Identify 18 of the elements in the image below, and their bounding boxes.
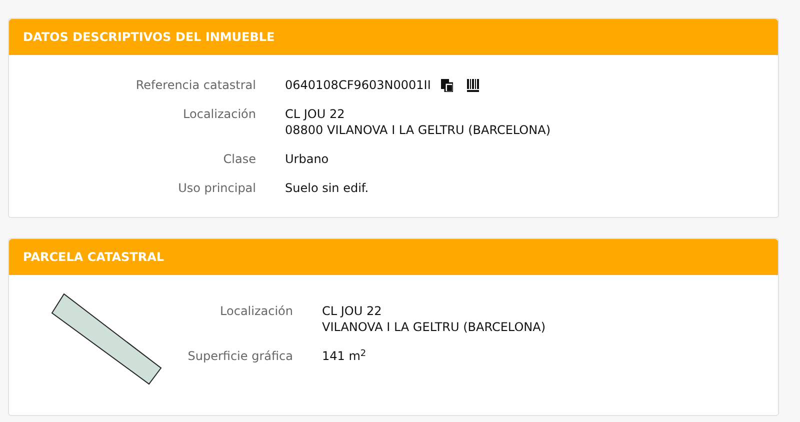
field-value: Suelo sin edif. bbox=[285, 180, 369, 196]
field-label: Localización bbox=[219, 303, 294, 320]
panel-title: DATOS DESCRIPTIVOS DEL INMUEBLE bbox=[23, 29, 275, 45]
panel-title: PARCELA CATASTRAL bbox=[23, 249, 164, 265]
field-label: Superficie gráfica bbox=[186, 348, 294, 364]
barcode-icon[interactable] bbox=[466, 78, 479, 92]
field-value: 0640108CF9603N0001II bbox=[285, 77, 431, 93]
field-value: VILANOVA I LA GELTRU (BARCELONA) bbox=[322, 319, 546, 335]
field-value: Urbano bbox=[285, 151, 329, 167]
field-value: 08800 VILANOVA I LA GELTRU (BARCELONA) bbox=[285, 122, 550, 138]
field-value: 141 m$^{2}$ bbox=[322, 348, 366, 364]
field-label: Localización bbox=[182, 106, 257, 123]
copy-icon[interactable] bbox=[440, 78, 453, 92]
field-label: Referencia catastral bbox=[134, 77, 257, 93]
field-value: CL JOU 22 bbox=[285, 106, 345, 122]
field-label: Uso principal bbox=[177, 180, 257, 196]
field-label: Clase bbox=[222, 151, 257, 167]
field-value: CL JOU 22 bbox=[322, 303, 382, 319]
